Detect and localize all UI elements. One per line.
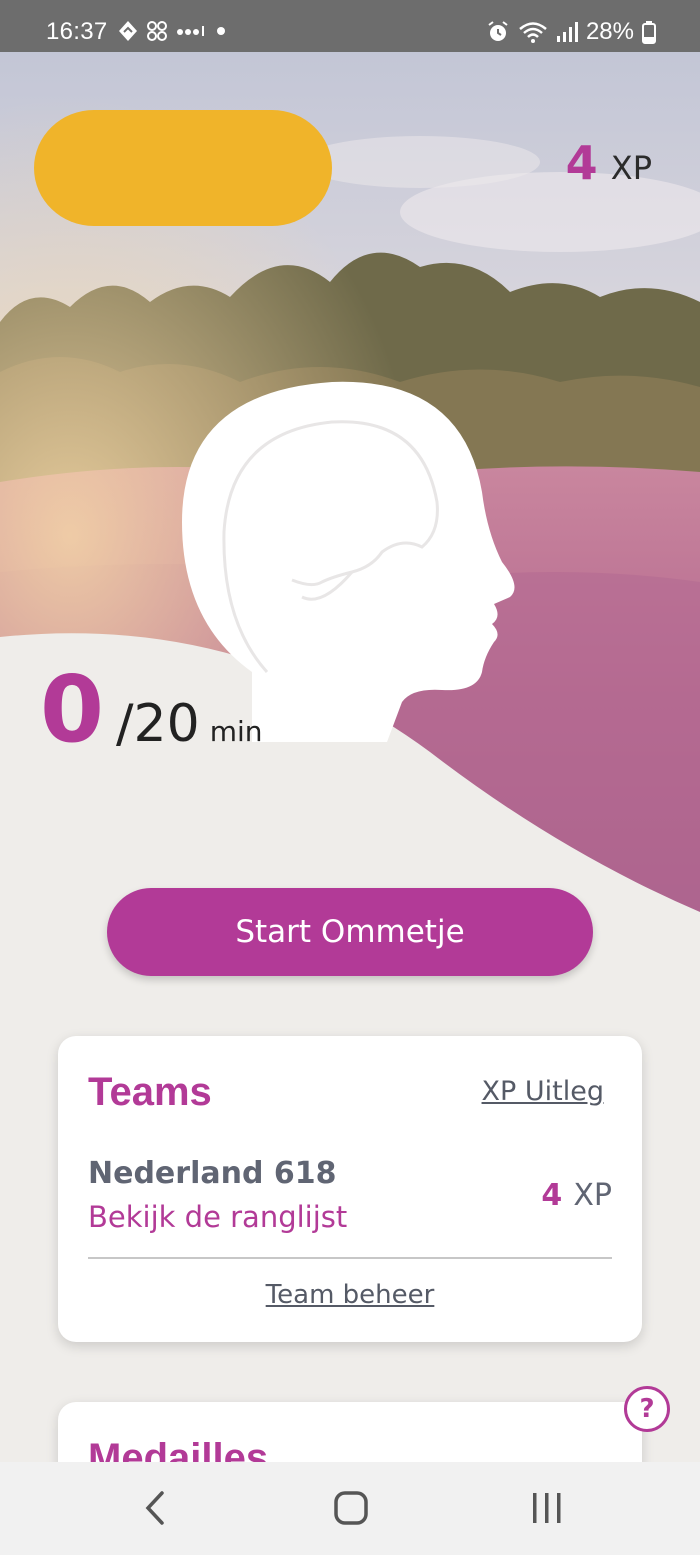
profile-name-redacted — [34, 110, 332, 226]
dot-icon — [214, 24, 228, 38]
xp-total: 4 XP — [566, 136, 652, 190]
progress-current: 0 — [40, 656, 105, 763]
status-bar: 16:37 28% — [0, 0, 700, 52]
xp-total-value: 4 — [565, 136, 598, 190]
battery-percent: 28% — [585, 18, 634, 45]
back-icon[interactable] — [140, 1490, 170, 1530]
teams-divider — [88, 1257, 612, 1259]
wifi-icon — [518, 20, 548, 44]
signal-dots-icon — [176, 24, 206, 38]
start-ommetje-button[interactable]: Start Ommetje — [107, 888, 593, 976]
recents-icon[interactable] — [530, 1490, 564, 1530]
status-time: 16:37 — [46, 18, 108, 45]
cell-signal-icon — [556, 20, 578, 44]
progress-unit: min — [209, 715, 263, 748]
team-name: Nederland 618 — [88, 1156, 337, 1191]
help-button[interactable]: ? — [624, 1386, 670, 1432]
team-xp-value: 4 — [541, 1178, 563, 1213]
xp-total-unit: XP — [610, 149, 652, 187]
team-xp-unit: XP — [573, 1178, 612, 1213]
team-beheer-link[interactable]: Team beheer — [58, 1280, 642, 1310]
hero-banner: 4 XP — [0, 52, 700, 932]
teams-title: Teams — [88, 1070, 212, 1114]
navigation-icon — [118, 20, 138, 42]
xp-uitleg-link[interactable]: XP Uitleg — [482, 1076, 604, 1107]
battery-icon — [642, 20, 656, 44]
home-icon[interactable] — [333, 1490, 369, 1530]
walk-progress: 0/20 min — [40, 664, 263, 756]
progress-goal: /20 — [116, 694, 200, 754]
system-nav-bar — [0, 1462, 700, 1555]
view-ranking-link[interactable]: Bekijk de ranglijst — [88, 1200, 347, 1234]
app-icon — [146, 20, 168, 42]
alarm-icon — [486, 20, 510, 44]
team-xp: 4 XP — [541, 1178, 612, 1213]
teams-card: Teams XP Uitleg Nederland 618 Bekijk de … — [58, 1036, 642, 1342]
